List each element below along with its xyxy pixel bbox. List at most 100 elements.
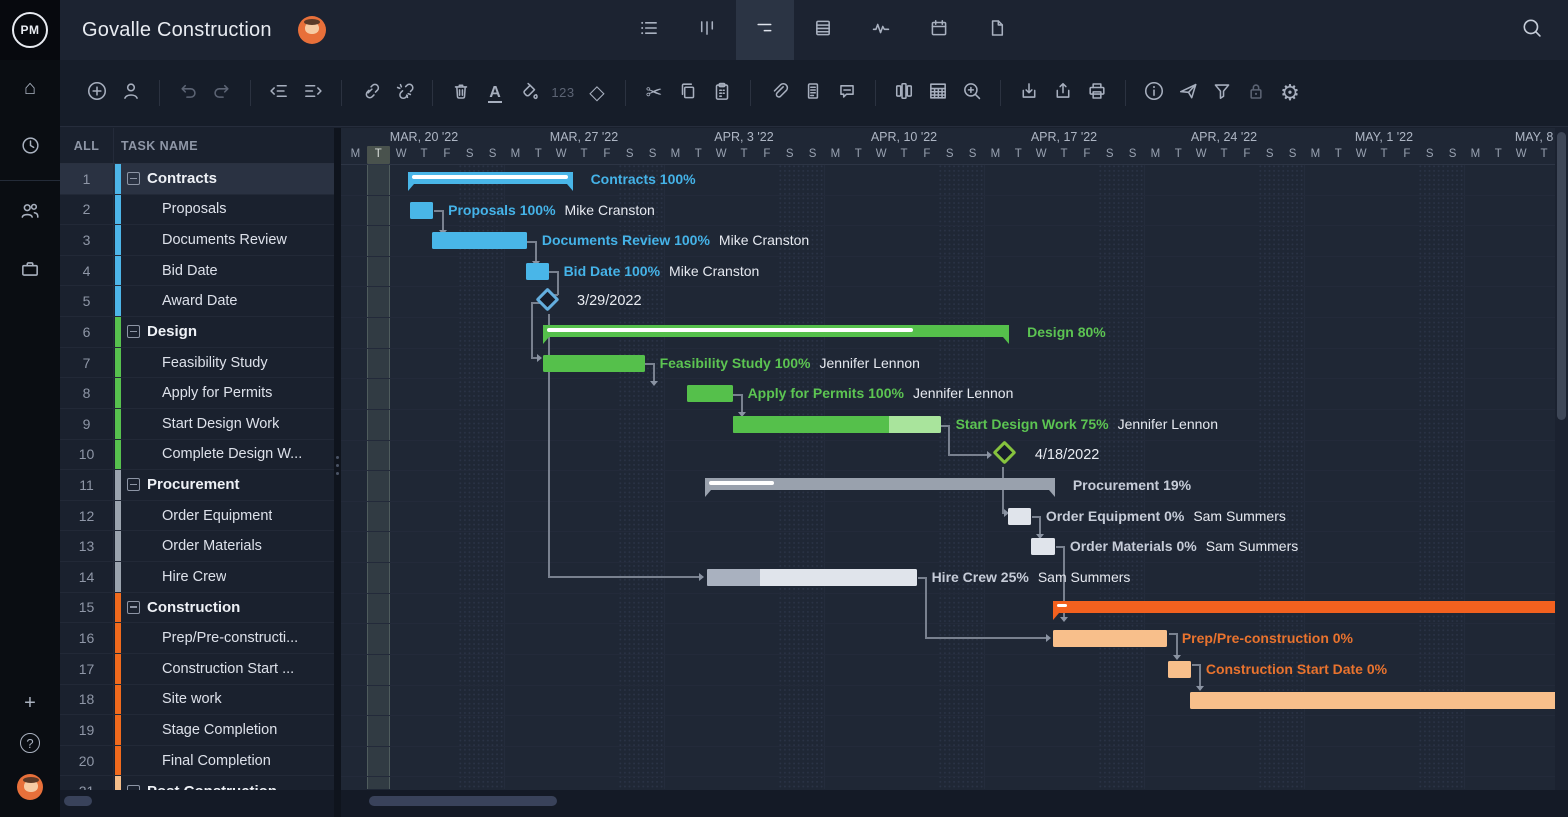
tab-calendar-view[interactable]	[910, 0, 968, 60]
milestone-diamond[interactable]	[535, 288, 559, 312]
toolbar-divider	[341, 80, 342, 106]
copy-button[interactable]	[671, 77, 705, 109]
undo-button[interactable]	[171, 77, 205, 109]
unlink-tasks-button[interactable]	[387, 77, 421, 109]
numbers-button[interactable]: 123	[546, 77, 580, 109]
tab-sheet-view[interactable]	[794, 0, 852, 60]
task-bar[interactable]	[543, 355, 645, 372]
chart-vscroll-thumb[interactable]	[1557, 132, 1566, 420]
zoom-button[interactable]	[955, 77, 989, 109]
tab-list-view[interactable]	[620, 0, 678, 60]
summary-bar[interactable]	[543, 325, 1009, 337]
task-row-14[interactable]: 14Hire Crew	[60, 562, 334, 593]
comment-button[interactable]	[830, 77, 864, 109]
assign-user-icon	[120, 80, 142, 107]
chart-hscroll-thumb[interactable]	[369, 796, 557, 806]
task-bar[interactable]	[1008, 508, 1031, 525]
task-row-6[interactable]: 6Design	[60, 317, 334, 348]
task-bar[interactable]	[1168, 661, 1191, 678]
task-row-21[interactable]: 21Post Construction	[60, 776, 334, 790]
sidebar-item-recent[interactable]	[8, 128, 52, 168]
import-button[interactable]	[1012, 77, 1046, 109]
collapse-icon[interactable]	[127, 478, 140, 491]
task-row-8[interactable]: 8Apply for Permits	[60, 378, 334, 409]
task-row-13[interactable]: 13Order Materials	[60, 531, 334, 562]
paste-button[interactable]	[705, 77, 739, 109]
task-row-17[interactable]: 17Construction Start ...	[60, 654, 334, 685]
task-row-9[interactable]: 9Start Design Work	[60, 409, 334, 440]
task-row-15[interactable]: 15Construction	[60, 593, 334, 624]
delete-button[interactable]	[444, 77, 478, 109]
column-header-task-name[interactable]: TASK NAME	[114, 128, 198, 163]
task-row-11[interactable]: 11Procurement	[60, 470, 334, 501]
filter-button[interactable]	[1205, 77, 1239, 109]
tab-files-view[interactable]	[968, 0, 1026, 60]
task-row-16[interactable]: 16Prep/Pre-constructi...	[60, 623, 334, 654]
summary-bar[interactable]	[705, 478, 1055, 490]
task-row-2[interactable]: 2Proposals	[60, 195, 334, 226]
app-logo[interactable]: PM	[0, 0, 60, 60]
assign-user-button[interactable]	[114, 77, 148, 109]
column-header-all[interactable]: ALL	[60, 128, 114, 163]
task-bar[interactable]	[733, 416, 941, 433]
summary-bracket-right	[567, 184, 573, 191]
milestone-button[interactable]: ◇	[580, 77, 614, 109]
task-row-19[interactable]: 19Stage Completion	[60, 715, 334, 746]
cells-button[interactable]	[921, 77, 955, 109]
cut-button[interactable]: ✂	[637, 77, 671, 109]
sidebar-item-home[interactable]: ⌂	[8, 68, 52, 108]
sidebar-item-team[interactable]	[8, 193, 52, 233]
task-bar[interactable]	[526, 263, 549, 280]
collapse-icon[interactable]	[127, 325, 140, 338]
task-row-10[interactable]: 10Complete Design W...	[60, 440, 334, 471]
redo-button[interactable]	[205, 77, 239, 109]
help-button[interactable]: ?	[8, 723, 52, 763]
task-bar[interactable]	[707, 569, 916, 586]
add-circle-button[interactable]	[80, 77, 114, 109]
user-avatar-button[interactable]	[8, 767, 52, 807]
task-list-hscroll-thumb[interactable]	[64, 796, 92, 806]
task-name-label: Documents Review	[162, 232, 287, 248]
notes-button[interactable]	[796, 77, 830, 109]
collapse-icon[interactable]	[127, 172, 140, 185]
task-row-20[interactable]: 20Final Completion	[60, 746, 334, 777]
link-tasks-button[interactable]	[353, 77, 387, 109]
task-row-3[interactable]: 3Documents Review	[60, 225, 334, 256]
task-row-12[interactable]: 12Order Equipment	[60, 501, 334, 532]
task-bar[interactable]	[432, 232, 527, 249]
panel-resize-handle[interactable]	[334, 128, 341, 790]
task-bar[interactable]	[1053, 630, 1167, 647]
search-button[interactable]	[1512, 0, 1552, 60]
lock-button[interactable]	[1239, 77, 1273, 109]
task-row-1[interactable]: 1Contracts	[60, 164, 334, 195]
export-button[interactable]	[1046, 77, 1080, 109]
attachment-button[interactable]	[762, 77, 796, 109]
tab-activity-view[interactable]	[852, 0, 910, 60]
share-button[interactable]	[1171, 77, 1205, 109]
task-row-4[interactable]: 4Bid Date	[60, 256, 334, 287]
task-row-7[interactable]: 7Feasibility Study	[60, 348, 334, 379]
milestone-diamond[interactable]	[993, 441, 1017, 465]
task-bar[interactable]	[687, 385, 733, 402]
tab-gantt-view[interactable]	[736, 0, 794, 60]
task-bar[interactable]	[1190, 692, 1555, 709]
settings-button[interactable]: ⚙	[1273, 77, 1307, 109]
summary-bar[interactable]	[1053, 601, 1555, 613]
font-color-button[interactable]: A	[478, 77, 512, 109]
tab-board-view[interactable]	[678, 0, 736, 60]
task-bar[interactable]	[1031, 538, 1055, 555]
task-bar[interactable]	[410, 202, 433, 219]
task-row-18[interactable]: 18Site work	[60, 685, 334, 716]
add-button[interactable]: +	[8, 683, 52, 723]
indent-button[interactable]	[296, 77, 330, 109]
columns-button[interactable]	[887, 77, 921, 109]
fill-color-button[interactable]	[512, 77, 546, 109]
summary-bar[interactable]	[408, 172, 573, 184]
info-button[interactable]	[1137, 77, 1171, 109]
print-button[interactable]	[1080, 77, 1114, 109]
project-owner-avatar[interactable]	[298, 16, 326, 44]
sidebar-item-portfolio[interactable]	[8, 251, 52, 291]
collapse-icon[interactable]	[127, 601, 140, 614]
outdent-button[interactable]	[262, 77, 296, 109]
task-row-5[interactable]: 5Award Date	[60, 286, 334, 317]
